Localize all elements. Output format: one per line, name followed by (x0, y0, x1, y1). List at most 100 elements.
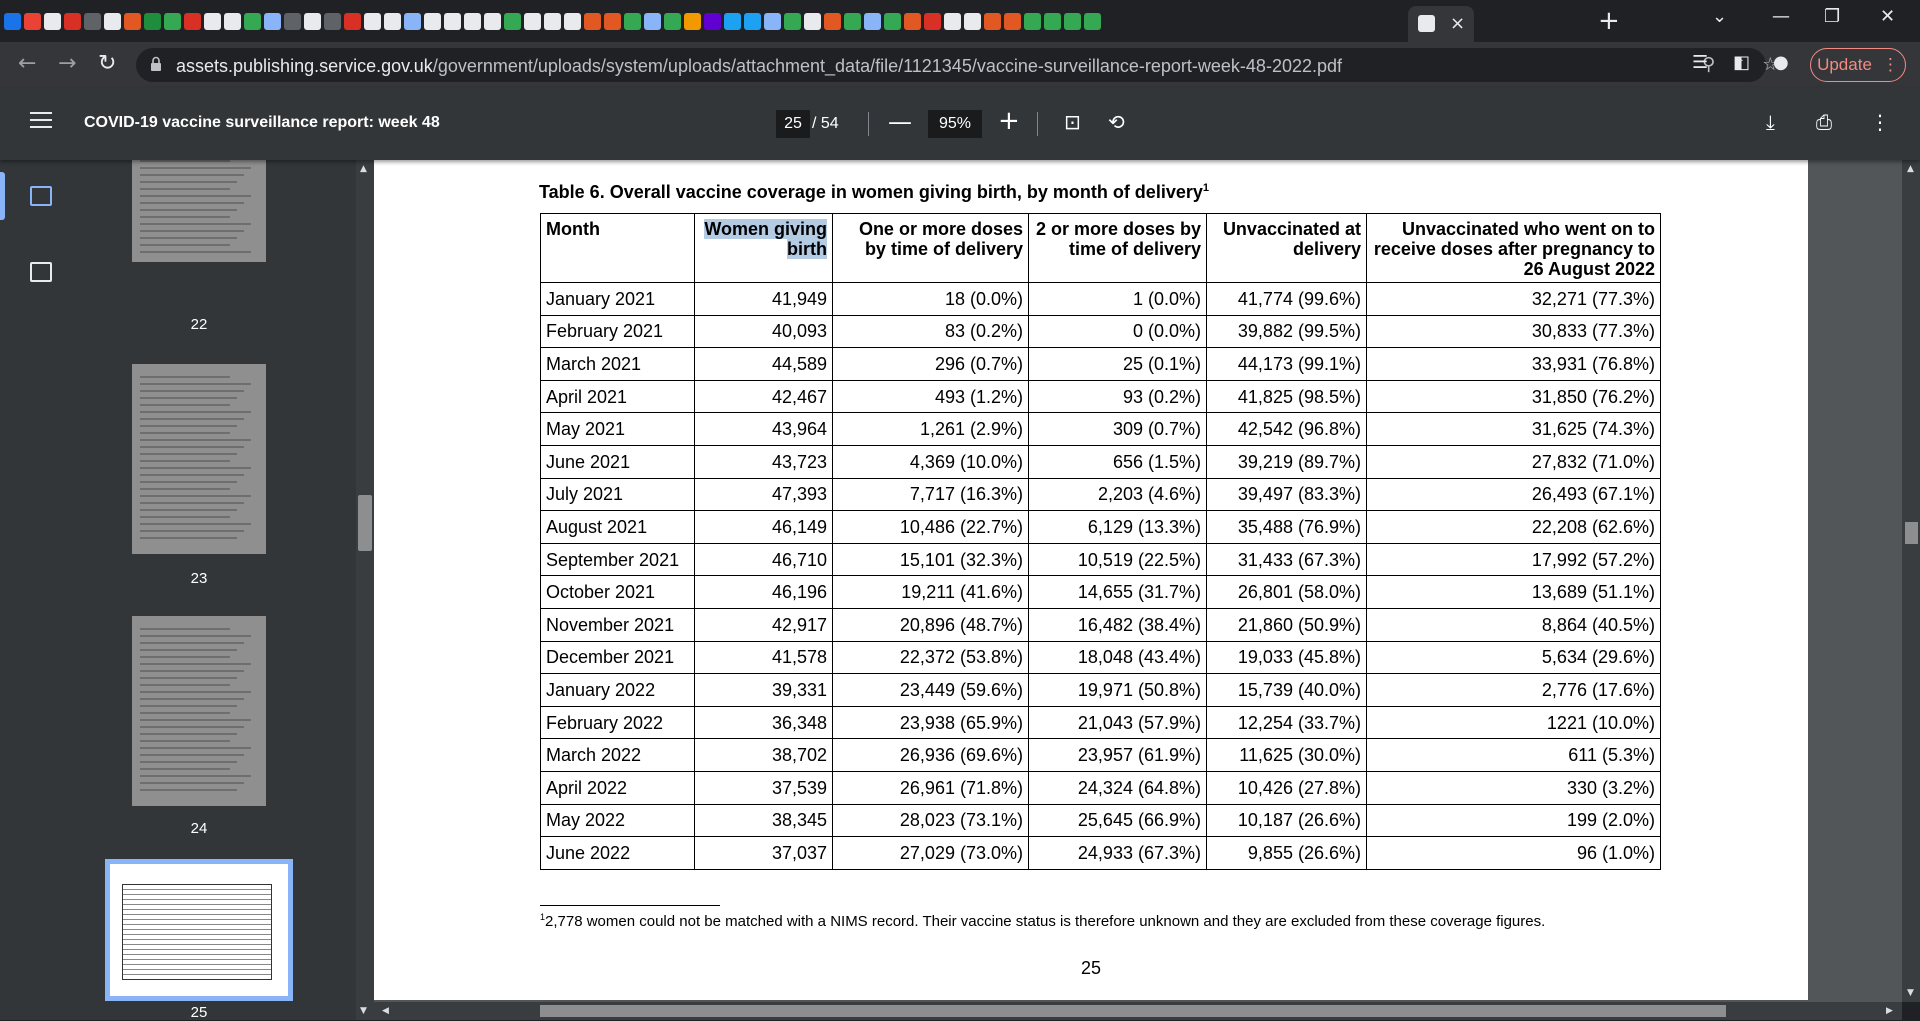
tab-favicons[interactable] (4, 8, 1104, 34)
vertical-scroll-thumb[interactable] (1905, 522, 1918, 544)
tab-favicon-icon[interactable] (464, 12, 481, 30)
download-icon[interactable]: ⤓ (1766, 110, 1775, 134)
tab-favicon-icon[interactable] (524, 12, 541, 30)
tab-favicon-icon[interactable] (744, 12, 761, 30)
tab-favicon-icon[interactable] (64, 12, 81, 30)
scroll-up-arrow-icon[interactable]: ▲ (360, 164, 367, 174)
tab-favicon-icon[interactable] (444, 12, 461, 30)
reading-list-icon[interactable]: ☰ (1692, 52, 1708, 73)
tab-favicon-icon[interactable] (684, 12, 701, 30)
tab-favicon-icon[interactable] (44, 12, 61, 30)
rotate-icon[interactable]: ⟲ (1108, 110, 1125, 134)
tab-favicon-icon[interactable] (584, 12, 601, 30)
tab-favicon-icon[interactable] (104, 12, 121, 30)
scroll-right-arrow-icon[interactable]: ▶ (1886, 1006, 1893, 1016)
tab-favicon-icon[interactable] (264, 12, 281, 30)
tab-favicon-icon[interactable] (424, 12, 441, 30)
tab-favicon-icon[interactable] (284, 12, 301, 30)
page-thumbnail-24[interactable] (132, 616, 266, 806)
page-number-input[interactable]: 25 (776, 110, 810, 138)
tab-favicon-icon[interactable] (664, 12, 681, 30)
restore-icon[interactable]: ❐ (1824, 6, 1840, 27)
tab-favicon-icon[interactable] (204, 12, 221, 30)
update-button[interactable]: Update ⋮ (1810, 48, 1906, 82)
tab-favicon-icon[interactable] (504, 12, 521, 30)
tab-favicon-icon[interactable] (944, 12, 961, 30)
tab-favicon-icon[interactable] (484, 12, 501, 30)
tab-favicon-icon[interactable] (844, 12, 861, 30)
tab-favicon-icon[interactable] (1084, 12, 1101, 30)
tab-favicon-icon[interactable] (124, 12, 141, 30)
tab-favicon-icon[interactable] (784, 12, 801, 30)
tab-favicon-icon[interactable] (824, 12, 841, 30)
horizontal-scrollbar[interactable]: ◀ ▶ (374, 1002, 1902, 1020)
tab-favicon-icon[interactable] (384, 12, 401, 30)
url-text[interactable]: assets.publishing.service.gov.uk/governm… (176, 56, 1342, 77)
tab-favicon-icon[interactable] (144, 12, 161, 30)
tab-favicon-icon[interactable] (564, 12, 581, 30)
tab-favicon-icon[interactable] (1024, 12, 1041, 30)
tab-favicon-icon[interactable] (724, 12, 741, 30)
sidebar-scroll-thumb[interactable] (358, 495, 372, 551)
zoom-out-button[interactable]: — (888, 108, 912, 136)
forward-arrow-icon[interactable]: → (58, 51, 76, 76)
minimize-icon[interactable]: — (1772, 6, 1790, 27)
tab-favicon-icon[interactable] (164, 12, 181, 30)
tab-favicon-icon[interactable] (624, 12, 641, 30)
tab-favicon-icon[interactable] (24, 12, 41, 30)
sidebar-scrollbar[interactable]: ▲ ▼ (356, 160, 374, 1020)
fit-to-page-icon[interactable]: ⊡ (1064, 110, 1081, 134)
tab-close-icon[interactable]: × (1450, 13, 1465, 34)
tab-favicon-icon[interactable] (904, 12, 921, 30)
tab-search-chevron-icon[interactable]: ⌄ (1712, 6, 1727, 27)
more-actions-icon[interactable]: ⋮ (1870, 110, 1890, 134)
side-panel-icon[interactable]: ◧ (1733, 52, 1750, 73)
reload-icon[interactable]: ↻ (98, 51, 116, 76)
tab-favicon-icon[interactable] (304, 12, 321, 30)
address-bar[interactable]: assets.publishing.service.gov.uk/governm… (136, 48, 1778, 82)
tab-favicon-icon[interactable] (544, 12, 561, 30)
tab-favicon-icon[interactable] (864, 12, 881, 30)
tab-favicon-icon[interactable] (644, 12, 661, 30)
tab-favicon-icon[interactable] (1064, 12, 1081, 30)
tab-favicon-icon[interactable] (184, 12, 201, 30)
horizontal-scroll-thumb[interactable] (540, 1005, 1726, 1017)
active-tab[interactable]: × (1408, 6, 1474, 42)
tab-favicon-icon[interactable] (1004, 12, 1021, 30)
page-thumbnail-23[interactable] (132, 364, 266, 554)
lock-icon[interactable] (150, 56, 162, 72)
scroll-down-arrow-icon[interactable]: ▼ (360, 1006, 367, 1016)
print-icon[interactable]: ⎙ (1816, 110, 1832, 134)
document-outline-icon[interactable] (30, 262, 52, 282)
tab-favicon-icon[interactable] (704, 12, 721, 30)
tab-favicon-icon[interactable] (964, 12, 981, 30)
tab-favicon-icon[interactable] (404, 12, 421, 30)
tab-favicon-icon[interactable] (244, 12, 261, 30)
vertical-scrollbar[interactable]: ▲ ▼ (1902, 160, 1920, 1002)
new-tab-button[interactable]: + (1598, 6, 1620, 36)
back-arrow-icon[interactable]: ← (18, 51, 36, 76)
thumbnails-icon[interactable] (30, 186, 52, 206)
zoom-in-button[interactable]: + (998, 106, 1020, 136)
tab-favicon-icon[interactable] (804, 12, 821, 30)
profile-avatar-icon[interactable]: ● (1773, 52, 1789, 73)
tab-favicon-icon[interactable] (764, 12, 781, 30)
zoom-level-input[interactable]: 95% (928, 110, 982, 138)
scroll-down-arrow-icon[interactable]: ▼ (1907, 988, 1914, 998)
pdf-viewport[interactable]: Table 6. Overall vaccine coverage in wom… (374, 160, 1902, 1002)
tab-favicon-icon[interactable] (1044, 12, 1061, 30)
tab-favicon-icon[interactable] (364, 12, 381, 30)
tab-favicon-icon[interactable] (984, 12, 1001, 30)
tab-favicon-icon[interactable] (224, 12, 241, 30)
tab-favicon-icon[interactable] (884, 12, 901, 30)
close-window-icon[interactable]: ✕ (1880, 6, 1895, 27)
scroll-up-arrow-icon[interactable]: ▲ (1907, 164, 1914, 174)
tab-favicon-icon[interactable] (324, 12, 341, 30)
tab-favicon-icon[interactable] (84, 12, 101, 30)
tab-favicon-icon[interactable] (4, 12, 21, 30)
page-thumbnail-25[interactable] (105, 859, 293, 1001)
tab-favicon-icon[interactable] (344, 12, 361, 30)
hamburger-menu-icon[interactable] (30, 112, 52, 130)
tab-favicon-icon[interactable] (924, 12, 941, 30)
scroll-left-arrow-icon[interactable]: ◀ (382, 1006, 389, 1016)
